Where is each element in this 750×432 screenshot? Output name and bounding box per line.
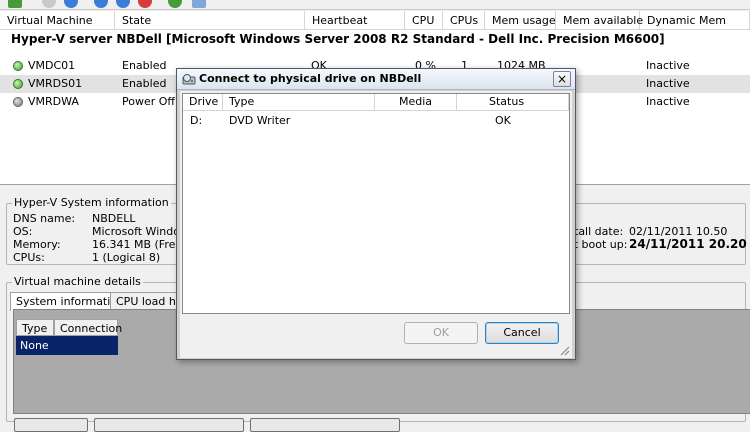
- column-header-cpu[interactable]: CPU: [405, 11, 443, 30]
- cpus-value: 1 (Logical 8): [92, 251, 161, 264]
- system-info-legend: Hyper-V System information: [12, 196, 171, 209]
- column-header-mem-available[interactable]: Mem available: [556, 11, 643, 30]
- vm-state: Enabled: [122, 59, 167, 72]
- column-header-mem-usage[interactable]: Mem usage: [485, 11, 556, 30]
- column-header-status[interactable]: Status: [457, 94, 569, 111]
- play-icon[interactable]: [116, 0, 130, 8]
- close-icon: ×: [556, 72, 568, 86]
- os-value: Microsoft Window: [92, 225, 189, 238]
- vm-dynamic-mem: Inactive: [646, 95, 690, 108]
- vm-name: VMRDS01: [28, 77, 83, 90]
- grid-selected-cell-connection[interactable]: [54, 336, 118, 355]
- column-header-state[interactable]: State: [115, 11, 305, 30]
- vm-name: VMDC01: [28, 59, 76, 72]
- grid-header-type[interactable]: Type: [16, 319, 54, 336]
- drive-row[interactable]: D: DVD Writer OK: [183, 112, 569, 129]
- toolbar: [0, 0, 750, 10]
- last-boot-value: 24/11/2011 20.20: [629, 237, 747, 251]
- column-header-heartbeat[interactable]: Heartbeat: [305, 11, 405, 30]
- refresh-icon[interactable]: [168, 0, 182, 8]
- drive-type: DVD Writer: [229, 114, 291, 127]
- os-label: OS:: [13, 225, 33, 238]
- column-header-drive[interactable]: Drive: [183, 94, 223, 111]
- drive-status: OK: [495, 114, 511, 127]
- vm-list-header: Virtual Machine State Heartbeat CPU CPUs…: [0, 11, 750, 30]
- report-icon[interactable]: [192, 0, 206, 8]
- running-status-icon: [13, 61, 23, 71]
- last-boot-label: st boot up:: [568, 238, 628, 251]
- ok-button[interactable]: OK: [404, 322, 478, 344]
- bottom-button[interactable]: [94, 418, 244, 432]
- running-status-icon: [13, 79, 23, 89]
- column-header-cpus[interactable]: CPUs: [443, 11, 485, 30]
- connect-drive-dialog: Connect to physical drive on NBDell × Dr…: [176, 68, 576, 360]
- drive-icon: [182, 74, 196, 85]
- vm-state: Enabled: [122, 77, 167, 90]
- cancel-button[interactable]: Cancel: [485, 322, 559, 344]
- export-icon[interactable]: [8, 0, 22, 8]
- resize-grip-icon[interactable]: [558, 344, 570, 356]
- column-header-type[interactable]: Type: [223, 94, 375, 111]
- vm-dynamic-mem: Inactive: [646, 59, 690, 72]
- forward-icon[interactable]: [64, 0, 78, 8]
- vm-details-legend: Virtual machine details: [12, 275, 143, 288]
- dialog-body: Drive Type Media Status D: DVD Writer OK…: [180, 91, 572, 358]
- server-group-title: Hyper-V server NBDell [Microsoft Windows…: [11, 32, 665, 46]
- dns-name-label: DNS name:: [13, 212, 76, 225]
- column-header-media[interactable]: Media: [375, 94, 457, 111]
- bottom-button[interactable]: [250, 418, 400, 432]
- column-header-virtual-machine[interactable]: Virtual Machine: [0, 11, 115, 30]
- dialog-title-bar[interactable]: Connect to physical drive on NBDell ×: [177, 69, 575, 90]
- vm-name: VMRDWA: [28, 95, 79, 108]
- back-icon[interactable]: [42, 0, 56, 8]
- cpus-label: CPUs:: [13, 251, 45, 264]
- install-date-label: tall date:: [574, 225, 624, 238]
- close-button[interactable]: ×: [553, 71, 571, 87]
- stopped-status-icon: [13, 97, 23, 107]
- bottom-button[interactable]: [14, 418, 88, 432]
- memory-label: Memory:: [13, 238, 61, 251]
- drive-letter: D:: [190, 114, 203, 127]
- vm-dynamic-mem: Inactive: [646, 77, 690, 90]
- grid-header-connection[interactable]: Connection: [54, 319, 122, 336]
- vm-state: Power Off: [122, 95, 175, 108]
- start-icon[interactable]: [94, 0, 108, 8]
- memory-value: 16.341 MB (Free: [92, 238, 183, 251]
- stop-icon[interactable]: [138, 0, 152, 8]
- grid-selected-cell[interactable]: None: [16, 336, 54, 355]
- column-header-dynamic-mem[interactable]: Dynamic Mem: [640, 11, 750, 30]
- drive-list[interactable]: Drive Type Media Status D: DVD Writer OK: [182, 93, 570, 314]
- dialog-title: Connect to physical drive on NBDell: [199, 72, 422, 85]
- dns-name-value: NBDELL: [92, 212, 136, 225]
